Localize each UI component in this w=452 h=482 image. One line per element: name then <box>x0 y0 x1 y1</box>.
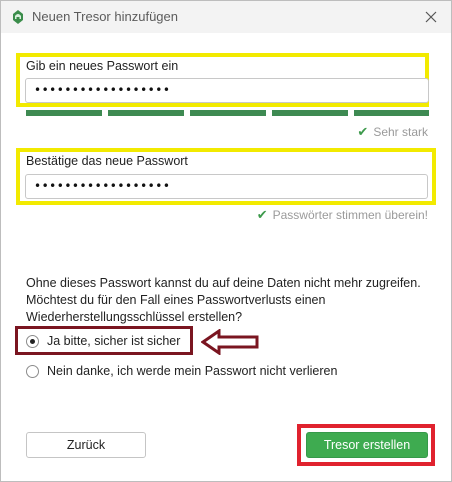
close-button[interactable] <box>419 5 443 29</box>
check-icon: ✔ <box>256 207 268 222</box>
strength-segment <box>272 110 348 116</box>
radio-option-no[interactable]: Nein danke, ich werde mein Passwort nich… <box>26 364 337 378</box>
close-icon <box>425 11 437 23</box>
match-status: ✔ Passwörter stimmen überein! <box>257 207 428 223</box>
check-icon: ✔ <box>357 124 369 139</box>
cryptomator-vault-icon <box>13 10 23 24</box>
match-text: Passwörter stimmen überein! <box>272 208 428 222</box>
dialog-window: Neuen Tresor hinzufügen Gib ein neues Pa… <box>0 0 452 482</box>
new-password-field[interactable]: •••••••••••••••••• <box>25 78 429 103</box>
confirm-password-label: Bestätige das neue Passwort <box>26 154 188 168</box>
radio-button[interactable] <box>26 334 39 348</box>
create-vault-button[interactable]: Tresor erstellen <box>306 432 428 458</box>
back-button[interactable]: Zurück <box>26 432 146 458</box>
confirm-password-field[interactable]: •••••••••••••••••• <box>25 174 428 199</box>
strength-segment <box>108 110 184 116</box>
strength-segment <box>190 110 266 116</box>
strength-status: ✔ Sehr stark <box>357 124 428 140</box>
strength-segment <box>26 110 102 116</box>
title-bar: Neuen Tresor hinzufügen <box>1 1 451 33</box>
radio-button[interactable] <box>26 364 39 378</box>
recovery-info-text: Ohne dieses Passwort kannst du auf deine… <box>26 276 421 324</box>
radio-label: Ja bitte, sicher ist sicher <box>47 334 181 348</box>
window-title: Neuen Tresor hinzufügen <box>32 9 178 24</box>
strength-text: Sehr stark <box>373 125 428 139</box>
radio-label: Nein danke, ich werde mein Passwort nich… <box>47 364 338 378</box>
arrow-left-icon <box>201 329 259 355</box>
new-password-label: Gib ein neues Passwort ein <box>26 59 179 73</box>
radio-option-yes[interactable]: Ja bitte, sicher ist sicher <box>26 334 180 348</box>
strength-segment <box>354 110 429 116</box>
